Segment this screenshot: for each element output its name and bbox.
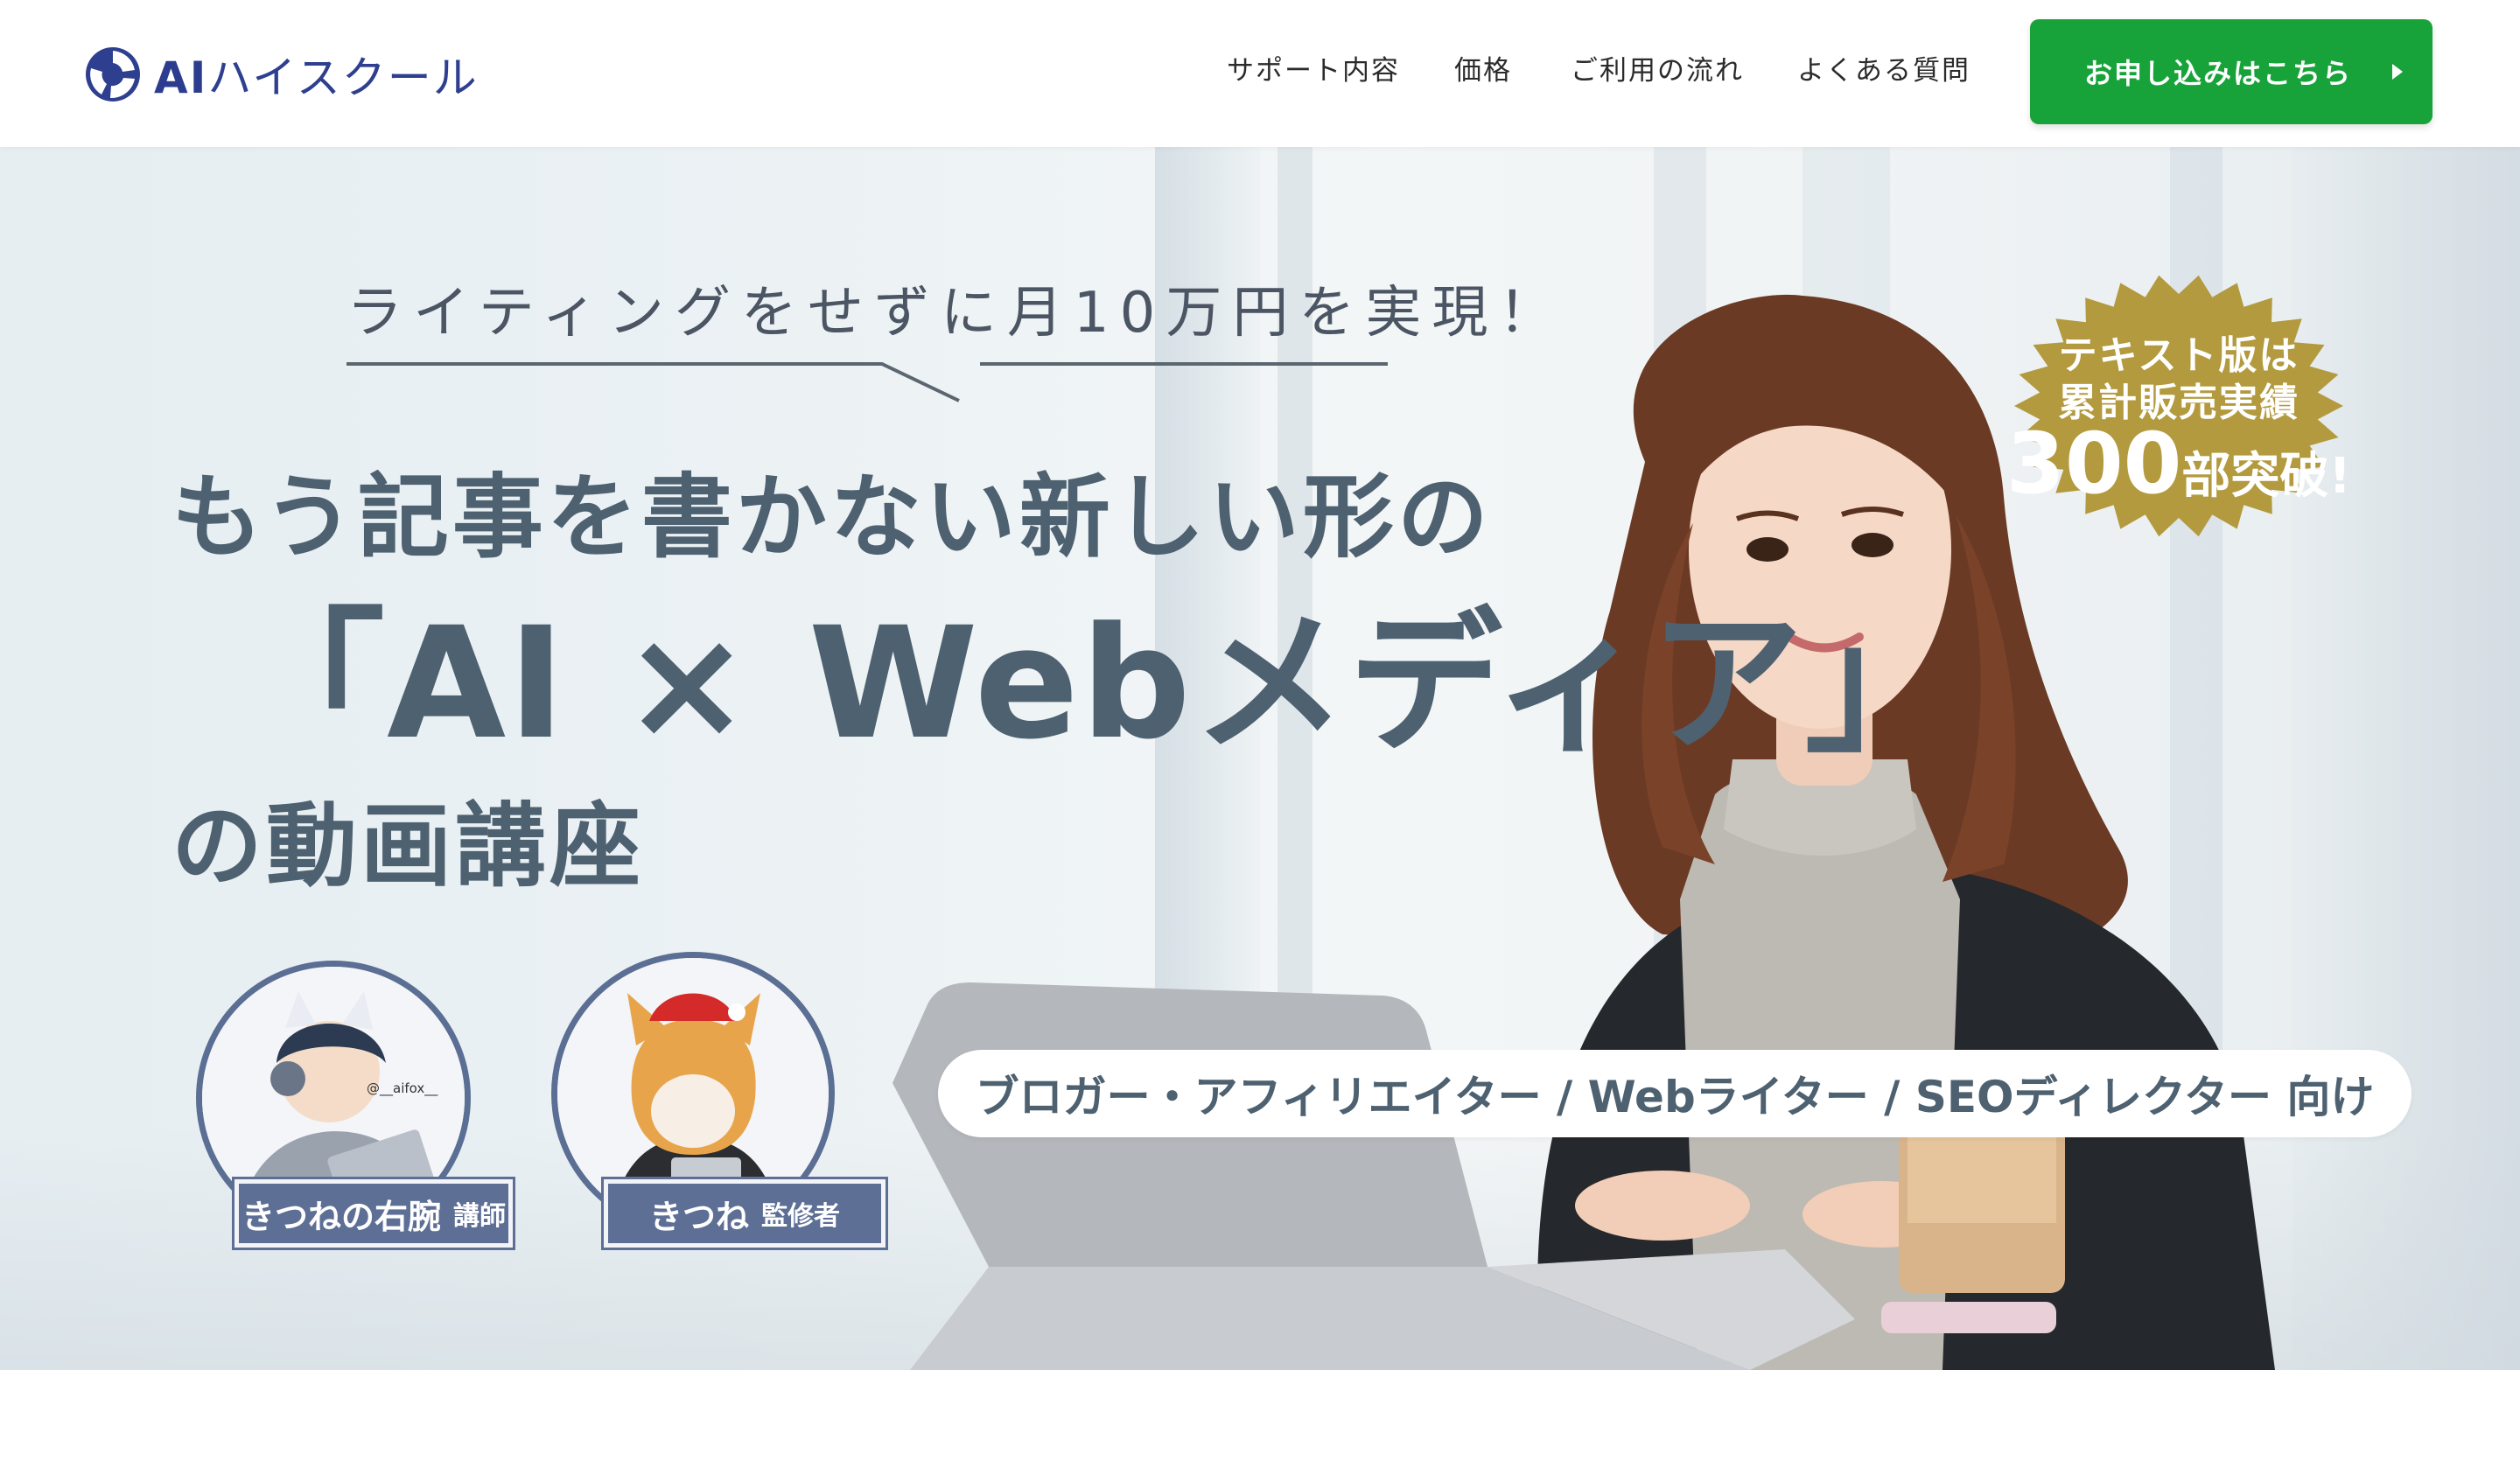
- hero-section: ライティングをせずに月10万円を実現！ もう記事を書かない新しい形の 「AI ×…: [0, 147, 2520, 1370]
- sales-badge: テキスト版は 累計販売実績 300部突破!: [1969, 240, 2389, 572]
- hero-catchphrase: ライティングをせずに月10万円を実現！: [346, 281, 1565, 346]
- hero-headline-line1: もう記事を書かない新しい形の: [172, 464, 1492, 570]
- site-header: AIハイスクール サポート内容 価格 ご利用の流れ よくある質問 お申し込みはこ…: [0, 0, 2520, 147]
- supervisor-name: きつね: [648, 1197, 749, 1236]
- badge-suffix: 部突破!: [2181, 448, 2351, 505]
- instructor-handle: @__aifox__: [367, 1080, 438, 1096]
- catchphrase-underline: [346, 362, 1388, 402]
- hero-headline-line3: の動画講座: [172, 793, 645, 899]
- nav-item-flow[interactable]: ご利用の流れ: [1571, 51, 1744, 91]
- supervisor-role: 監修者: [761, 1201, 840, 1232]
- play-arrow-icon: [2392, 64, 2403, 80]
- badge-number: 300: [2006, 415, 2182, 513]
- target-audience-pill: ブロガー・アフィリエイター / Webライター / SEOディレクター 向け: [938, 1050, 2412, 1137]
- instructor-nameplate: きつねの右腕 講師: [232, 1177, 515, 1250]
- apply-button-label: お申し込みはこちら: [2083, 57, 2352, 90]
- nav-item-price[interactable]: 価格: [1454, 51, 1512, 91]
- apply-button[interactable]: お申し込みはこちら: [2030, 19, 2432, 124]
- nav-item-faq[interactable]: よくある質問: [1797, 51, 1970, 91]
- badge-count: 300部突破!: [1969, 415, 2389, 513]
- instructor-name: きつねの右腕: [241, 1197, 441, 1236]
- instructor-role: 講師: [453, 1201, 506, 1232]
- supervisor-nameplate: きつね 監修者: [601, 1177, 888, 1250]
- hero-headline-line2: 「AI × Webメディア」: [231, 594, 1961, 773]
- nav-item-support[interactable]: サポート内容: [1227, 51, 1400, 91]
